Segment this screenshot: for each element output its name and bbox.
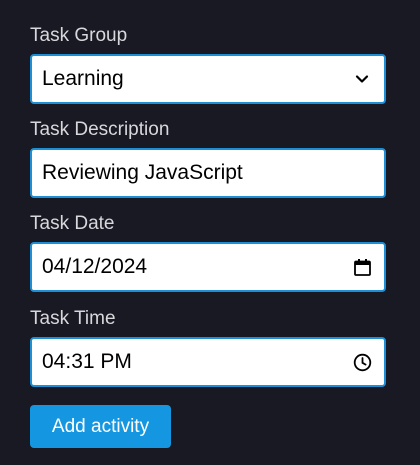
task-time-input[interactable]: 04:31 PM bbox=[30, 337, 386, 387]
task-time-label: Task Time bbox=[30, 308, 116, 329]
task-group-select[interactable]: Learning bbox=[30, 54, 386, 104]
task-group-label: Task Group bbox=[30, 25, 128, 46]
calendar-icon[interactable] bbox=[352, 257, 372, 277]
task-description-value: Reviewing JavaScript bbox=[42, 161, 243, 184]
task-date-label: Task Date bbox=[30, 213, 115, 234]
task-description-input[interactable]: Reviewing JavaScript bbox=[30, 148, 386, 198]
task-description-label: Task Description bbox=[30, 119, 170, 140]
add-activity-button[interactable]: Add activity bbox=[30, 405, 171, 448]
chevron-down-icon bbox=[352, 69, 372, 89]
task-date-input[interactable]: 04/12/2024 bbox=[30, 242, 386, 292]
clock-icon[interactable] bbox=[352, 352, 372, 372]
task-time-value: 04:31 PM bbox=[42, 350, 132, 373]
task-group-value: Learning bbox=[42, 67, 124, 90]
task-date-value: 04/12/2024 bbox=[42, 255, 148, 278]
